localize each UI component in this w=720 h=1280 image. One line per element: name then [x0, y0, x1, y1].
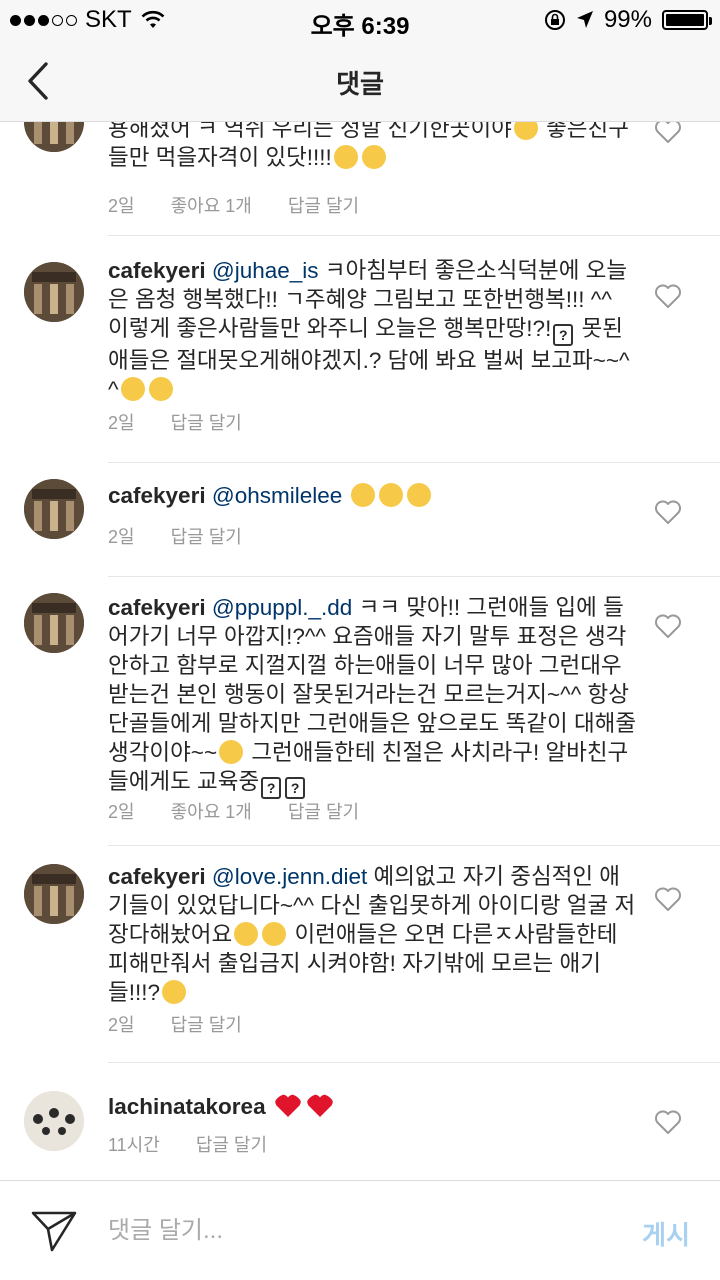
rotation-lock-icon: [544, 10, 565, 30]
hugging-emoji-icon: [161, 980, 186, 1004]
divider: [108, 576, 720, 577]
avatar[interactable]: [24, 593, 84, 653]
mention-link[interactable]: @ppuppl._.dd: [212, 595, 352, 620]
reply-link[interactable]: 답글 달기: [171, 1011, 242, 1037]
comment-time: 2일: [108, 802, 135, 822]
paper-plane-icon[interactable]: [30, 1209, 78, 1253]
comment-username[interactable]: cafekyeri: [108, 483, 206, 508]
grinning-emoji-icon: [513, 122, 538, 140]
sweat-smile-emoji-icon: [262, 922, 287, 946]
heart-outline-icon[interactable]: [654, 122, 682, 144]
reply-link[interactable]: 답글 달기: [196, 1131, 267, 1157]
grinning-emoji-icon: [406, 483, 431, 507]
post-button[interactable]: 게시: [642, 1215, 690, 1252]
comment-time: 2일: [108, 527, 135, 547]
divider: [108, 235, 720, 236]
comment-meta: 2일 좋아요 1개 답글 달기: [108, 192, 359, 218]
reply-link[interactable]: 답글 달기: [288, 192, 359, 218]
rofl-emoji-icon: [219, 740, 244, 764]
unknown-glyph-icon: ?: [553, 324, 574, 346]
divider: [108, 462, 720, 463]
like-count-link[interactable]: 좋아요 1개: [171, 798, 252, 824]
comment-username[interactable]: cafekyeri: [108, 595, 206, 620]
sweat-smile-emoji-icon: [234, 922, 259, 946]
like-count-link[interactable]: 좋아요 1개: [171, 192, 252, 218]
avatar[interactable]: [24, 122, 84, 152]
kissing-emoji-icon: [120, 377, 145, 401]
comment-time: 2일: [108, 196, 135, 216]
divider: [108, 1062, 720, 1063]
heart-outline-icon[interactable]: [654, 283, 682, 309]
comment-input[interactable]: [108, 1211, 608, 1251]
comment-meta: 11시간 답글 달기: [108, 1131, 267, 1157]
kiss-emoji-icon: [333, 145, 358, 169]
comment-time: 2일: [108, 413, 135, 433]
status-bar: SKT 오후 6:39 99%: [0, 0, 720, 40]
unknown-glyph-icon: ?: [261, 777, 282, 799]
reply-link[interactable]: 답글 달기: [288, 798, 359, 824]
heart-outline-icon[interactable]: [654, 613, 682, 639]
comment-meta: 2일 답글 달기: [108, 409, 242, 435]
red-heart-emoji-icon: [307, 1094, 333, 1117]
kiss-emoji-icon: [361, 145, 386, 169]
reply-link[interactable]: 답글 달기: [171, 523, 242, 549]
battery-icon: [662, 10, 712, 30]
location-arrow-icon: [576, 11, 593, 28]
unknown-glyph-icon: ?: [285, 777, 306, 799]
comment-time: 2일: [108, 1015, 135, 1035]
heart-outline-icon[interactable]: [654, 1109, 682, 1135]
grinning-emoji-icon: [378, 483, 403, 507]
comment-text: 용해졌어 ㅋ 역쉬 우리는 정말 신기한곳이야: [108, 122, 512, 141]
comment-time: 11시간: [108, 1135, 160, 1155]
avatar[interactable]: [24, 864, 84, 924]
grinning-emoji-icon: [350, 483, 375, 507]
navigation-bar: 댓글: [0, 40, 720, 122]
page-title: 댓글: [336, 69, 384, 99]
kissing-emoji-icon: [148, 377, 173, 401]
comment-meta: 2일 좋아요 1개 답글 달기: [108, 798, 359, 824]
comment-meta: 2일 답글 달기: [108, 523, 242, 549]
mention-link[interactable]: @love.jenn.diet: [212, 864, 367, 889]
avatar[interactable]: [24, 262, 84, 322]
comment-username[interactable]: lachinatakorea: [108, 1094, 266, 1119]
comment-username[interactable]: cafekyeri: [108, 864, 206, 889]
battery-level-fill: [666, 14, 704, 26]
avatar[interactable]: [24, 1091, 84, 1151]
heart-outline-icon[interactable]: [654, 499, 682, 525]
heart-outline-icon[interactable]: [654, 886, 682, 912]
avatar[interactable]: [24, 479, 84, 539]
divider: [108, 845, 720, 846]
comment-composer: 게시: [0, 1180, 720, 1280]
mention-link[interactable]: @juhae_is: [212, 258, 319, 283]
comment-username[interactable]: cafekyeri: [108, 258, 206, 283]
mention-link[interactable]: @ohsmilelee: [212, 483, 342, 508]
red-heart-emoji-icon: [275, 1094, 301, 1117]
battery-percent: 99%: [603, 6, 652, 33]
comment-list[interactable]: 용해졌어 ㅋ 역쉬 우리는 정말 신기한곳이야 좋은친구들만 먹을자격이 있닷!…: [0, 122, 720, 1180]
comment-meta: 2일 답글 달기: [108, 1011, 242, 1037]
reply-link[interactable]: 답글 달기: [171, 409, 242, 435]
